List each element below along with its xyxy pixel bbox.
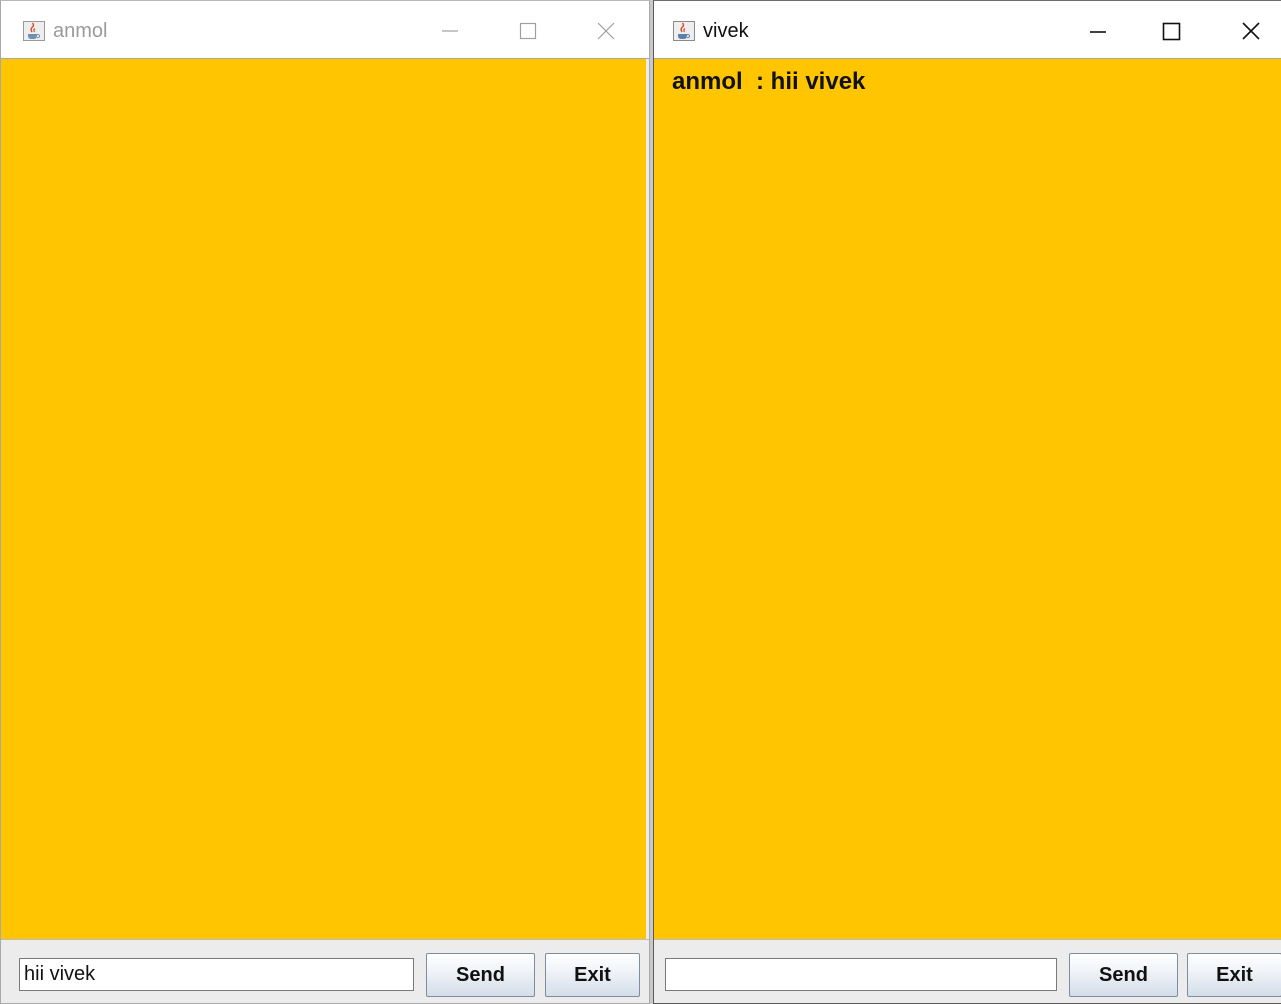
window-title: vivek [703,20,749,42]
maximize-icon[interactable] [508,11,548,51]
chat-display-area: anmol : hii vivek [654,59,1281,939]
java-coffee-cup-icon [23,21,45,41]
input-bar: Send Exit [654,939,1281,1003]
chat-display-area [1,59,646,939]
title-bar[interactable]: anmol [1,1,649,59]
send-button[interactable]: Send [426,953,535,997]
minimize-icon[interactable] [1078,11,1118,51]
input-bar: Send Exit [1,939,649,1003]
title-bar[interactable]: vivek [654,1,1281,59]
message-input[interactable] [19,958,414,991]
java-coffee-cup-icon [673,21,695,41]
window-title: anmol [53,20,108,42]
chat-message: anmol : hii vivek [672,68,866,95]
chat-window-vivek: vivek anmol : hii vivek Send Exit [653,0,1281,1004]
maximize-icon[interactable] [1151,11,1191,51]
chat-window-anmol: anmol Send Exit [0,0,650,1004]
close-icon[interactable] [586,11,626,51]
message-input[interactable] [665,958,1057,991]
close-icon[interactable] [1231,11,1271,51]
send-button[interactable]: Send [1069,953,1178,997]
exit-button[interactable]: Exit [1187,953,1281,997]
minimize-icon[interactable] [430,11,470,51]
desktop: anmol Send Exit [0,0,1281,1004]
exit-button[interactable]: Exit [545,953,640,997]
